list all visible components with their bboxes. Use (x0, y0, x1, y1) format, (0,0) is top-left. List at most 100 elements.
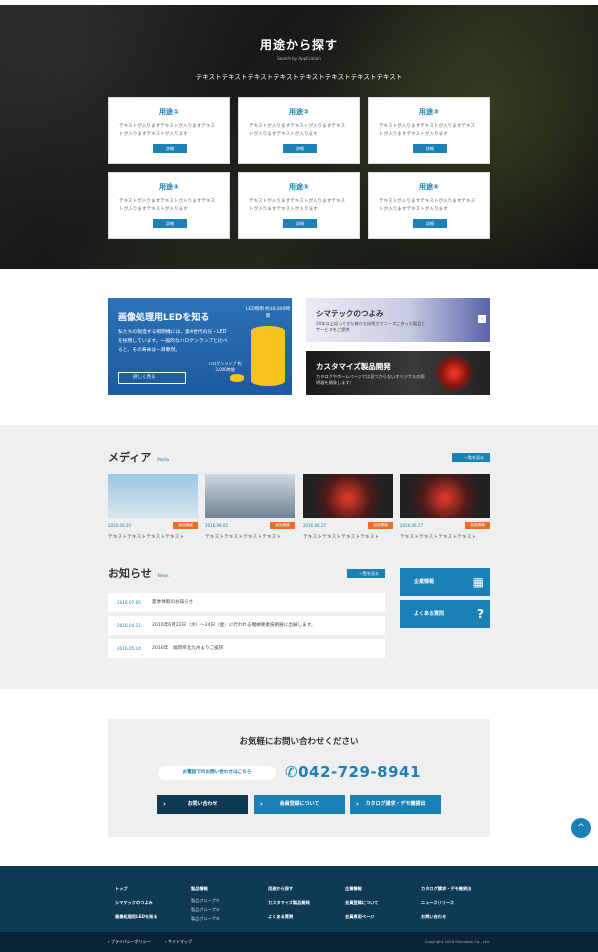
media-more-button[interactable]: 一覧を見る (452, 453, 490, 462)
media-item[interactable]: 2016.09.05 製品情報 テキストテキストテキストテキスト (205, 474, 295, 540)
strength-banner[interactable]: シマテックのつよみ 20年以上培ってきた確かな技術力でニーズに合った製品とサービ… (306, 298, 490, 342)
halogen-cylinder-graphic (230, 374, 244, 382)
card-detail-button[interactable]: 詳細 (413, 144, 447, 153)
media-heading: メディア Media (108, 449, 169, 465)
hero-section: 用途から探す Search by Application テキストテキストテキス… (0, 5, 598, 269)
custom-banner-title: カスタマイズ製品開発 (316, 362, 391, 371)
application-card-3[interactable]: 用途③ テキストが入りますテキストが入りますテキストが入りますテキストが入ります… (368, 97, 490, 164)
media-thumbnail (303, 474, 393, 518)
footer-link[interactable]: 製品情報 (191, 882, 220, 896)
copyright: Copyright 2016 Shimatec Co., Ltd. (424, 939, 490, 944)
media-tag: 製品情報 (270, 522, 295, 529)
media-date: 2016.09.05 (205, 523, 228, 528)
faq-button[interactable]: よくある質問 ? (400, 600, 490, 628)
footer-link[interactable]: 用途から探す (268, 882, 310, 896)
media-item[interactable]: 2016.06.27 製品情報 テキストテキストテキストテキスト (303, 474, 393, 540)
news-heading-en: News (157, 573, 169, 578)
media-title: テキストテキストテキストテキスト (400, 535, 477, 540)
media-thumbnail (400, 474, 490, 518)
sitemap-text: サイトマップ (167, 939, 192, 944)
halogen-hours-label: ハロゲンランプ 約3,000時間 (208, 361, 242, 372)
footer-link[interactable]: よくある質問 (268, 910, 310, 924)
footer-link[interactable]: トップ (115, 882, 158, 896)
privacy-policy-link[interactable]: › プライバシーポリシー (108, 932, 151, 952)
footer-sublink[interactable]: 製品グループ② (191, 905, 220, 914)
member-register-button[interactable]: 会員登録について (254, 795, 345, 814)
led-hours-label: LED照明 約30,000時間 (246, 307, 290, 319)
news-title: 2016年6月22日（水）～24日（金）に行われる機械要素技術展に出展します。 (152, 623, 316, 628)
media-item[interactable]: 2016.09.20 製品情報 テキストテキストテキストテキスト (108, 474, 198, 540)
footer-col-3: 用途から探す カスタマイズ製品開発 よくある質問 (268, 882, 310, 924)
news-date: 2016.04.11 (117, 623, 141, 628)
news-more-button[interactable]: 一覧を見る (347, 569, 385, 578)
card-detail-button[interactable]: 詳細 (153, 219, 187, 228)
footer-col-2: 製品情報 製品グループ① 製品グループ② 製品グループ③ (191, 882, 220, 923)
card-detail-button[interactable]: 詳細 (153, 144, 187, 153)
media-title: テキストテキストテキストテキスト (108, 535, 185, 540)
application-card-2[interactable]: 用途② テキストが入りますテキストが入りますテキストが入りますテキストが入ります… (238, 97, 360, 164)
card-desc: テキストが入りますテキストが入りますテキストが入りますテキストが入ります (379, 124, 476, 137)
custom-banner[interactable]: カスタマイズ製品開発 カタログやホームページでは見つからないオリジナルの照明器を… (306, 351, 490, 395)
application-card-5[interactable]: 用途⑤ テキストが入りますテキストが入りますテキストが入りますテキストが入ります… (238, 172, 360, 239)
footer-sublink[interactable]: 製品グループ③ (191, 914, 220, 923)
media-title: テキストテキストテキストテキスト (303, 535, 380, 540)
footer-link[interactable]: 会員登録について (345, 896, 378, 910)
building-icon: ▦ (472, 575, 484, 589)
footer-link[interactable]: カタログ請求・デモ機貸出 (421, 882, 471, 896)
company-info-label: 企業情報 (414, 579, 435, 585)
scroll-to-top-button[interactable]: ^ (571, 818, 591, 838)
news-title: 2016年 福岡県北九州よりご挨拶 (152, 646, 224, 651)
sitemap-link[interactable]: › サイトマップ (165, 932, 192, 952)
card-desc: テキストが入りますテキストが入りますテキストが入りますテキストが入ります (249, 199, 346, 212)
media-thumbnail (108, 474, 198, 518)
custom-banner-desc: カタログやホームページでは見つからないオリジナルの照明器を開発します！ (316, 374, 425, 385)
led-cylinder-graphic (251, 326, 285, 386)
footer-link[interactable]: 会員専用ページ (345, 910, 378, 924)
news-heading-text: お知らせ (108, 567, 152, 580)
media-tag: 製品情報 (173, 522, 198, 529)
footer-link[interactable]: カスタマイズ製品開発 (268, 896, 310, 910)
led-banner[interactable]: 画像処理用LEDを知る 私たちの製造する照明機には、第4世代の光・LEDを採用し… (108, 298, 292, 395)
card-title: 用途② (289, 108, 309, 116)
footer-link[interactable]: 企業情報 (345, 882, 378, 896)
card-desc: テキストが入りますテキストが入りますテキストが入りますテキストが入ります (249, 124, 346, 137)
application-card-4[interactable]: 用途④ テキストが入りますテキストが入りますテキストが入りますテキストが入ります… (108, 172, 230, 239)
privacy-policy-text: プライバシーポリシー (110, 939, 151, 944)
footer-col-4: 企業情報 会員登録について 会員専用ページ (345, 882, 378, 924)
news-date: 2016.07.05 (117, 600, 141, 605)
card-desc: テキストが入りますテキストが入りますテキストが入りますテキストが入ります (379, 199, 476, 212)
card-detail-button[interactable]: 詳細 (283, 144, 317, 153)
media-thumbnail (205, 474, 295, 518)
card-detail-button[interactable]: 詳細 (283, 219, 317, 228)
card-detail-button[interactable]: 詳細 (413, 219, 447, 228)
company-info-button[interactable]: 企業情報 ▦ (400, 568, 490, 596)
card-title: 用途③ (419, 108, 439, 116)
led-banner-more-button[interactable]: 詳しく見る (118, 372, 186, 384)
footer-link[interactable]: 画像処理用LEDを知る (115, 910, 158, 924)
catalog-request-button[interactable]: カタログ請求・デモ機貸出 (350, 795, 441, 814)
footer-bottom-bar: › プライバシーポリシー › サイトマップ Copyright 2016 Shi… (0, 932, 598, 952)
question-icon: ? (477, 607, 484, 621)
media-tag: 製品情報 (465, 522, 490, 529)
application-card-6[interactable]: 用途⑥ テキストが入りますテキストが入りますテキストが入りますテキストが入ります… (368, 172, 490, 239)
footer-link[interactable]: お問い合わせ (421, 910, 471, 924)
lamp-photo (434, 353, 474, 393)
footer-link[interactable]: シマテックのつよみ (115, 896, 158, 910)
contact-button[interactable]: お問い合わせ (157, 795, 248, 814)
strength-banner-desc: 20年以上培ってきた確かな技術力でニーズに合った製品とサービスをご提供 (316, 321, 426, 332)
media-date: 2016.06.27 (303, 523, 326, 528)
phone-number[interactable]: ✆042-729-8941 (285, 763, 421, 781)
news-row[interactable]: 2016.05.14 2016年 福岡県北九州よりご挨拶 (108, 639, 385, 658)
footer-sublink[interactable]: 製品グループ① (191, 896, 220, 905)
footer-link[interactable]: ニュースリリース (421, 896, 471, 910)
media-heading-en: Media (157, 457, 170, 462)
news-row[interactable]: 2016.04.11 2016年6月22日（水）～24日（金）に行われる機械要素… (108, 616, 385, 635)
contact-section: お気軽にお問い合わせください お電話でのお問い合わせはこちら ✆042-729-… (108, 719, 490, 837)
news-row[interactable]: 2016.07.05 夏季休暇のお知らせ (108, 593, 385, 612)
card-title: 用途① (159, 108, 179, 116)
application-card-1[interactable]: 用途① テキストが入りますテキストが入りますテキストが入りますテキストが入ります… (108, 97, 230, 164)
phone-icon: ✆ (285, 763, 299, 781)
arrow-right-icon: › (478, 315, 486, 323)
hero-title: 用途から探す (259, 38, 338, 52)
media-item[interactable]: 2016.06.27 製品情報 テキストテキストテキストテキスト (400, 474, 490, 540)
